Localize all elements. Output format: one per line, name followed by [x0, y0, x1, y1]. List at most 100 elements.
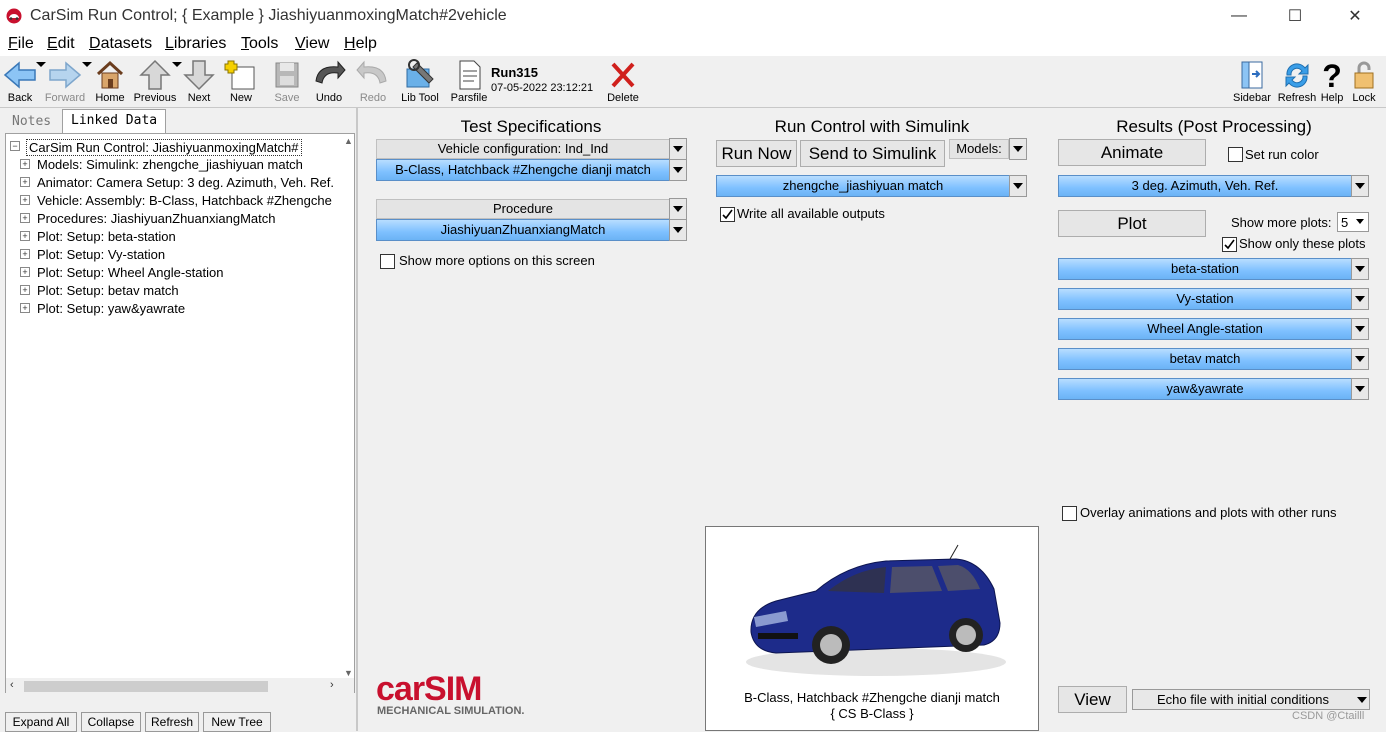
scroll-down-icon[interactable]: ▼ — [344, 668, 354, 678]
expand-icon[interactable]: + — [20, 267, 30, 277]
send-to-simulink-button[interactable]: Send to Simulink — [800, 140, 945, 167]
view-button[interactable]: View — [1058, 686, 1127, 713]
menu-help[interactable]: Help — [344, 35, 377, 53]
menu-libraries[interactable]: Libraries — [165, 35, 226, 53]
menu-view[interactable]: View — [295, 35, 329, 53]
menu-datasets[interactable]: Datasets — [89, 35, 152, 53]
plot-dropdown-arrow-icon[interactable] — [1351, 348, 1369, 370]
procedure-dropdown-arrow-icon[interactable] — [669, 219, 687, 241]
tree-item[interactable]: + Plot: Setup: Wheel Angle-station — [6, 264, 342, 282]
overlay-checkbox[interactable] — [1062, 506, 1077, 521]
lib-tool-button[interactable]: Lib Tool — [400, 59, 440, 107]
tree-item[interactable]: + Plot: Setup: beta-station — [6, 228, 342, 246]
write-outputs-checkbox[interactable] — [720, 207, 735, 222]
forward-dropdown-icon[interactable] — [82, 62, 92, 67]
models-header[interactable]: Models: — [949, 139, 1009, 159]
plot-dropdown-arrow-icon[interactable] — [1351, 258, 1369, 280]
tab-linked-data[interactable]: Linked Data — [62, 109, 167, 134]
expand-icon[interactable]: + — [20, 285, 30, 295]
undo-button[interactable]: Undo — [312, 59, 346, 107]
run-now-button[interactable]: Run Now — [716, 140, 797, 167]
parsfile-button[interactable]: Parsfile — [450, 59, 488, 107]
expand-icon[interactable]: + — [20, 213, 30, 223]
expand-icon[interactable]: + — [20, 195, 30, 205]
previous-dropdown-icon[interactable] — [172, 62, 182, 67]
vehicle-config-arrow-icon[interactable] — [669, 138, 687, 160]
svg-text:?: ? — [1322, 59, 1342, 91]
vehicle-dropdown[interactable]: B-Class, Hatchback #Zhengche dianji matc… — [376, 159, 670, 181]
lock-button[interactable]: Lock — [1348, 59, 1380, 107]
save-button[interactable]: Save — [270, 59, 304, 107]
expand-all-button[interactable]: Expand All — [5, 712, 77, 732]
plot-button[interactable]: Plot — [1058, 210, 1206, 237]
refresh-button[interactable]: Refresh — [1276, 59, 1318, 107]
scroll-right-icon[interactable]: › — [330, 679, 334, 691]
scroll-left-icon[interactable]: ‹ — [10, 679, 14, 691]
menu-tools[interactable]: Tools — [241, 35, 278, 53]
scroll-up-icon[interactable]: ▲ — [344, 136, 354, 146]
scrollbar-thumb[interactable] — [24, 681, 268, 692]
plot-dropdown[interactable]: Vy-station — [1058, 288, 1352, 310]
maximize-button[interactable]: ☐ — [1272, 0, 1318, 32]
plot-dropdown-arrow-icon[interactable] — [1351, 378, 1369, 400]
plot-dropdown[interactable]: Wheel Angle-station — [1058, 318, 1352, 340]
tree-item[interactable]: + Animator: Camera Setup: 3 deg. Azimuth,… — [6, 174, 342, 192]
expand-icon[interactable]: + — [20, 177, 30, 187]
vehicle-image-frame[interactable]: B-Class, Hatchback #Zhengche dianji matc… — [705, 526, 1039, 731]
tree-item[interactable]: + Vehicle: Assembly: B-Class, Hatchback #… — [6, 192, 342, 210]
show-only-checkbox[interactable] — [1222, 237, 1237, 252]
tree-item[interactable]: + Plot: Setup: betav match — [6, 282, 342, 300]
home-button[interactable]: Home — [94, 59, 126, 107]
title-bar: CarSim Run Control; { Example } Jiashiyu… — [0, 0, 1386, 32]
tree-item[interactable]: + Plot: Setup: Vy-station — [6, 246, 342, 264]
tab-notes[interactable]: Notes — [4, 111, 59, 133]
plot-dropdown[interactable]: yaw&yawrate — [1058, 378, 1352, 400]
refresh-tree-button[interactable]: Refresh — [145, 712, 199, 732]
model-dropdown[interactable]: zhengche_jiashiyuan match — [716, 175, 1010, 197]
menu-edit[interactable]: Edit — [47, 35, 75, 53]
vehicle-config-header[interactable]: Vehicle configuration: Ind_Ind — [376, 139, 670, 159]
undo-icon — [315, 60, 346, 84]
expand-icon[interactable]: + — [20, 159, 30, 169]
tree-item[interactable]: + Procedures: JiashiyuanZhuanxiangMatch — [6, 210, 342, 228]
plot-dropdown-arrow-icon[interactable] — [1351, 288, 1369, 310]
sidebar-button[interactable]: Sidebar — [1232, 59, 1272, 107]
set-run-color-checkbox[interactable] — [1228, 147, 1243, 162]
close-window-button[interactable]: ✕ — [1332, 0, 1378, 32]
tree-item[interactable]: + Plot: Setup: yaw&yawrate — [6, 300, 342, 318]
plot-dropdown[interactable]: betav match — [1058, 348, 1352, 370]
procedure-header-arrow-icon[interactable] — [669, 198, 687, 220]
delete-button[interactable]: Delete — [604, 59, 642, 107]
new-tree-button[interactable]: New Tree — [203, 712, 271, 732]
animator-dropdown-arrow-icon[interactable] — [1351, 175, 1369, 197]
plot-dropdown-arrow-icon[interactable] — [1351, 318, 1369, 340]
tree-root[interactable]: − CarSim Run Control: JiashiyuanmoxingMa… — [6, 138, 342, 156]
back-button[interactable]: Back — [2, 59, 38, 107]
next-button[interactable]: Next — [182, 59, 216, 107]
procedure-dropdown[interactable]: JiashiyuanZhuanxiangMatch — [376, 219, 670, 241]
expand-icon[interactable]: + — [20, 303, 30, 313]
help-button[interactable]: ? Help — [1320, 59, 1344, 107]
echo-file-dropdown[interactable]: Echo file with initial conditions — [1132, 689, 1370, 710]
horizontal-scrollbar[interactable]: ‹ › — [6, 678, 354, 694]
redo-button[interactable]: Redo — [356, 59, 390, 107]
collapse-button[interactable]: Collapse — [81, 712, 141, 732]
animate-button[interactable]: Animate — [1058, 139, 1206, 166]
plot-count-select[interactable]: 5 — [1337, 212, 1369, 232]
tree-item[interactable]: + Models: Simulink: zhengche_jiashiyuan m… — [6, 156, 342, 174]
new-button[interactable]: New — [224, 59, 258, 107]
vehicle-dropdown-arrow-icon[interactable] — [669, 159, 687, 181]
expand-icon[interactable]: + — [20, 249, 30, 259]
show-more-options-checkbox[interactable] — [380, 254, 395, 269]
model-dropdown-arrow-icon[interactable] — [1009, 175, 1027, 197]
show-more-options-label: Show more options on this screen — [399, 253, 595, 268]
procedure-header[interactable]: Procedure — [376, 199, 670, 219]
minimize-button[interactable]: — — [1216, 0, 1262, 32]
forward-button[interactable]: Forward — [44, 59, 86, 107]
models-arrow-icon[interactable] — [1009, 138, 1027, 160]
collapse-icon[interactable]: − — [10, 141, 20, 151]
animator-dropdown[interactable]: 3 deg. Azimuth, Veh. Ref. — [1058, 175, 1352, 197]
expand-icon[interactable]: + — [20, 231, 30, 241]
menu-file[interactable]: File — [8, 35, 34, 53]
plot-dropdown[interactable]: beta-station — [1058, 258, 1352, 280]
